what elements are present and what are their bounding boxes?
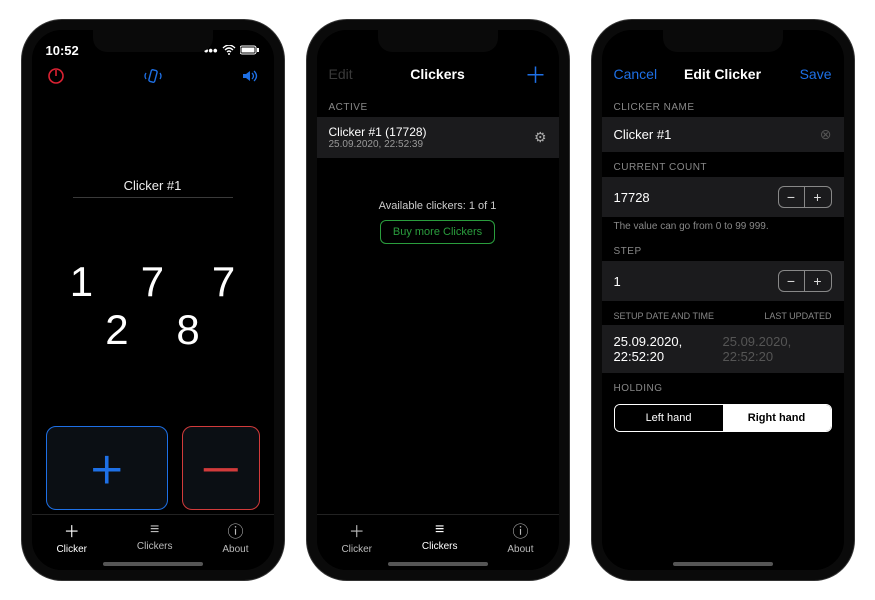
tab-bar: ＋ Clicker ≡ Clickers ⓘ About bbox=[317, 514, 559, 558]
label-step: STEP bbox=[602, 236, 844, 261]
buy-more-button[interactable]: Buy more Clickers bbox=[380, 220, 495, 244]
stepper-minus[interactable]: − bbox=[779, 187, 805, 207]
row-subtitle: 25.09.2020, 22:52:39 bbox=[329, 139, 427, 150]
name-value: Clicker #1 bbox=[614, 127, 672, 142]
stepper-plus[interactable]: + bbox=[805, 271, 831, 291]
plus-tab-icon: ＋ bbox=[349, 518, 365, 542]
count-stepper[interactable]: − + bbox=[778, 186, 832, 208]
plus-icon: ＋ bbox=[89, 442, 125, 494]
notch bbox=[93, 30, 213, 52]
save-button[interactable]: Save bbox=[788, 66, 832, 82]
wifi-icon bbox=[222, 43, 236, 58]
count-hint: The value can go from 0 to 99 999. bbox=[602, 217, 844, 236]
clicker-title: Clicker #1 bbox=[32, 178, 274, 193]
divider bbox=[73, 197, 233, 198]
available-text: Available clickers: 1 of 1 bbox=[317, 200, 559, 212]
notch bbox=[663, 30, 783, 52]
seg-left-hand[interactable]: Left hand bbox=[615, 405, 723, 431]
stepper-minus[interactable]: − bbox=[779, 271, 805, 291]
tab-clickers[interactable]: ≡ Clickers bbox=[422, 521, 458, 552]
minus-icon: — bbox=[204, 449, 238, 488]
name-field[interactable]: Clicker #1 ⊗ bbox=[602, 117, 844, 152]
add-button[interactable]: ＋ bbox=[502, 58, 546, 90]
tab-clicker[interactable]: ＋ Clicker bbox=[341, 518, 372, 555]
list-icon: ≡ bbox=[150, 521, 159, 539]
tab-label: Clicker bbox=[56, 544, 87, 555]
tab-clicker[interactable]: ＋ Clicker bbox=[56, 518, 87, 555]
count-field[interactable]: 17728 − + bbox=[602, 177, 844, 217]
home-indicator bbox=[103, 562, 203, 566]
nav-title: Edit Clicker bbox=[684, 66, 761, 82]
notch bbox=[378, 30, 498, 52]
tab-label: About bbox=[507, 544, 533, 555]
label-updated: LAST UPDATED bbox=[764, 311, 831, 321]
tab-bar: ＋ Clicker ≡ Clickers ⓘ About bbox=[32, 514, 274, 558]
phone-main-clicker: 10:52 ••• Clicker #1 bbox=[22, 20, 284, 580]
label-name: CLICKER NAME bbox=[602, 92, 844, 117]
holding-segmented[interactable]: Left hand Right hand bbox=[614, 404, 832, 432]
setup-value: 25.09.2020, 22:52:20 bbox=[614, 334, 723, 364]
phone-clickers-list: Edit Clickers ＋ ACTIVE Clicker #1 (17728… bbox=[307, 20, 569, 580]
tab-label: Clickers bbox=[137, 541, 173, 552]
settings-icon[interactable]: ⚙ bbox=[534, 129, 547, 146]
count-display: 1 7 7 2 8 bbox=[32, 258, 274, 354]
step-field[interactable]: 1 − + bbox=[602, 261, 844, 301]
dates-row: 25.09.2020, 22:52:20 25.09.2020, 22:52:2… bbox=[602, 325, 844, 373]
cancel-button[interactable]: Cancel bbox=[614, 66, 658, 82]
home-indicator bbox=[388, 562, 488, 566]
tab-label: Clicker bbox=[341, 544, 372, 555]
section-active-label: ACTIVE bbox=[317, 92, 559, 117]
step-value: 1 bbox=[614, 274, 621, 289]
step-stepper[interactable]: − + bbox=[778, 270, 832, 292]
nav-bar: Cancel Edit Clicker Save bbox=[602, 56, 844, 92]
status-time: 10:52 bbox=[46, 43, 79, 58]
increment-button[interactable]: ＋ bbox=[46, 426, 169, 510]
tab-label: Clickers bbox=[422, 541, 458, 552]
count-value: 17728 bbox=[614, 190, 650, 205]
sound-icon[interactable] bbox=[240, 66, 260, 86]
tab-about[interactable]: ⓘ About bbox=[507, 518, 533, 555]
plus-tab-icon: ＋ bbox=[64, 518, 80, 542]
info-icon: ⓘ bbox=[227, 518, 243, 542]
tab-about[interactable]: ⓘ About bbox=[222, 518, 248, 555]
tab-label: About bbox=[222, 544, 248, 555]
info-icon: ⓘ bbox=[512, 518, 528, 542]
tab-clickers[interactable]: ≡ Clickers bbox=[137, 521, 173, 552]
power-icon[interactable] bbox=[46, 66, 66, 86]
row-title: Clicker #1 (17728) bbox=[329, 125, 427, 139]
home-indicator bbox=[673, 562, 773, 566]
seg-right-hand[interactable]: Right hand bbox=[723, 405, 831, 431]
battery-icon bbox=[240, 43, 260, 58]
shake-icon[interactable] bbox=[143, 66, 163, 86]
nav-title: Clickers bbox=[410, 66, 464, 82]
active-clicker-row[interactable]: Clicker #1 (17728) 25.09.2020, 22:52:39 … bbox=[317, 117, 559, 158]
phone-edit-clicker: Cancel Edit Clicker Save CLICKER NAME Cl… bbox=[592, 20, 854, 580]
updated-value: 25.09.2020, 22:52:20 bbox=[723, 334, 832, 364]
list-icon: ≡ bbox=[435, 521, 444, 539]
label-holding: HOLDING bbox=[602, 373, 844, 398]
edit-button[interactable]: Edit bbox=[329, 66, 373, 82]
stepper-plus[interactable]: + bbox=[805, 187, 831, 207]
clear-icon[interactable]: ⊗ bbox=[820, 126, 832, 143]
label-count: CURRENT COUNT bbox=[602, 152, 844, 177]
label-setup: SETUP DATE AND TIME bbox=[614, 311, 715, 321]
decrement-button[interactable]: — bbox=[182, 426, 259, 510]
nav-bar: Edit Clickers ＋ bbox=[317, 56, 559, 92]
